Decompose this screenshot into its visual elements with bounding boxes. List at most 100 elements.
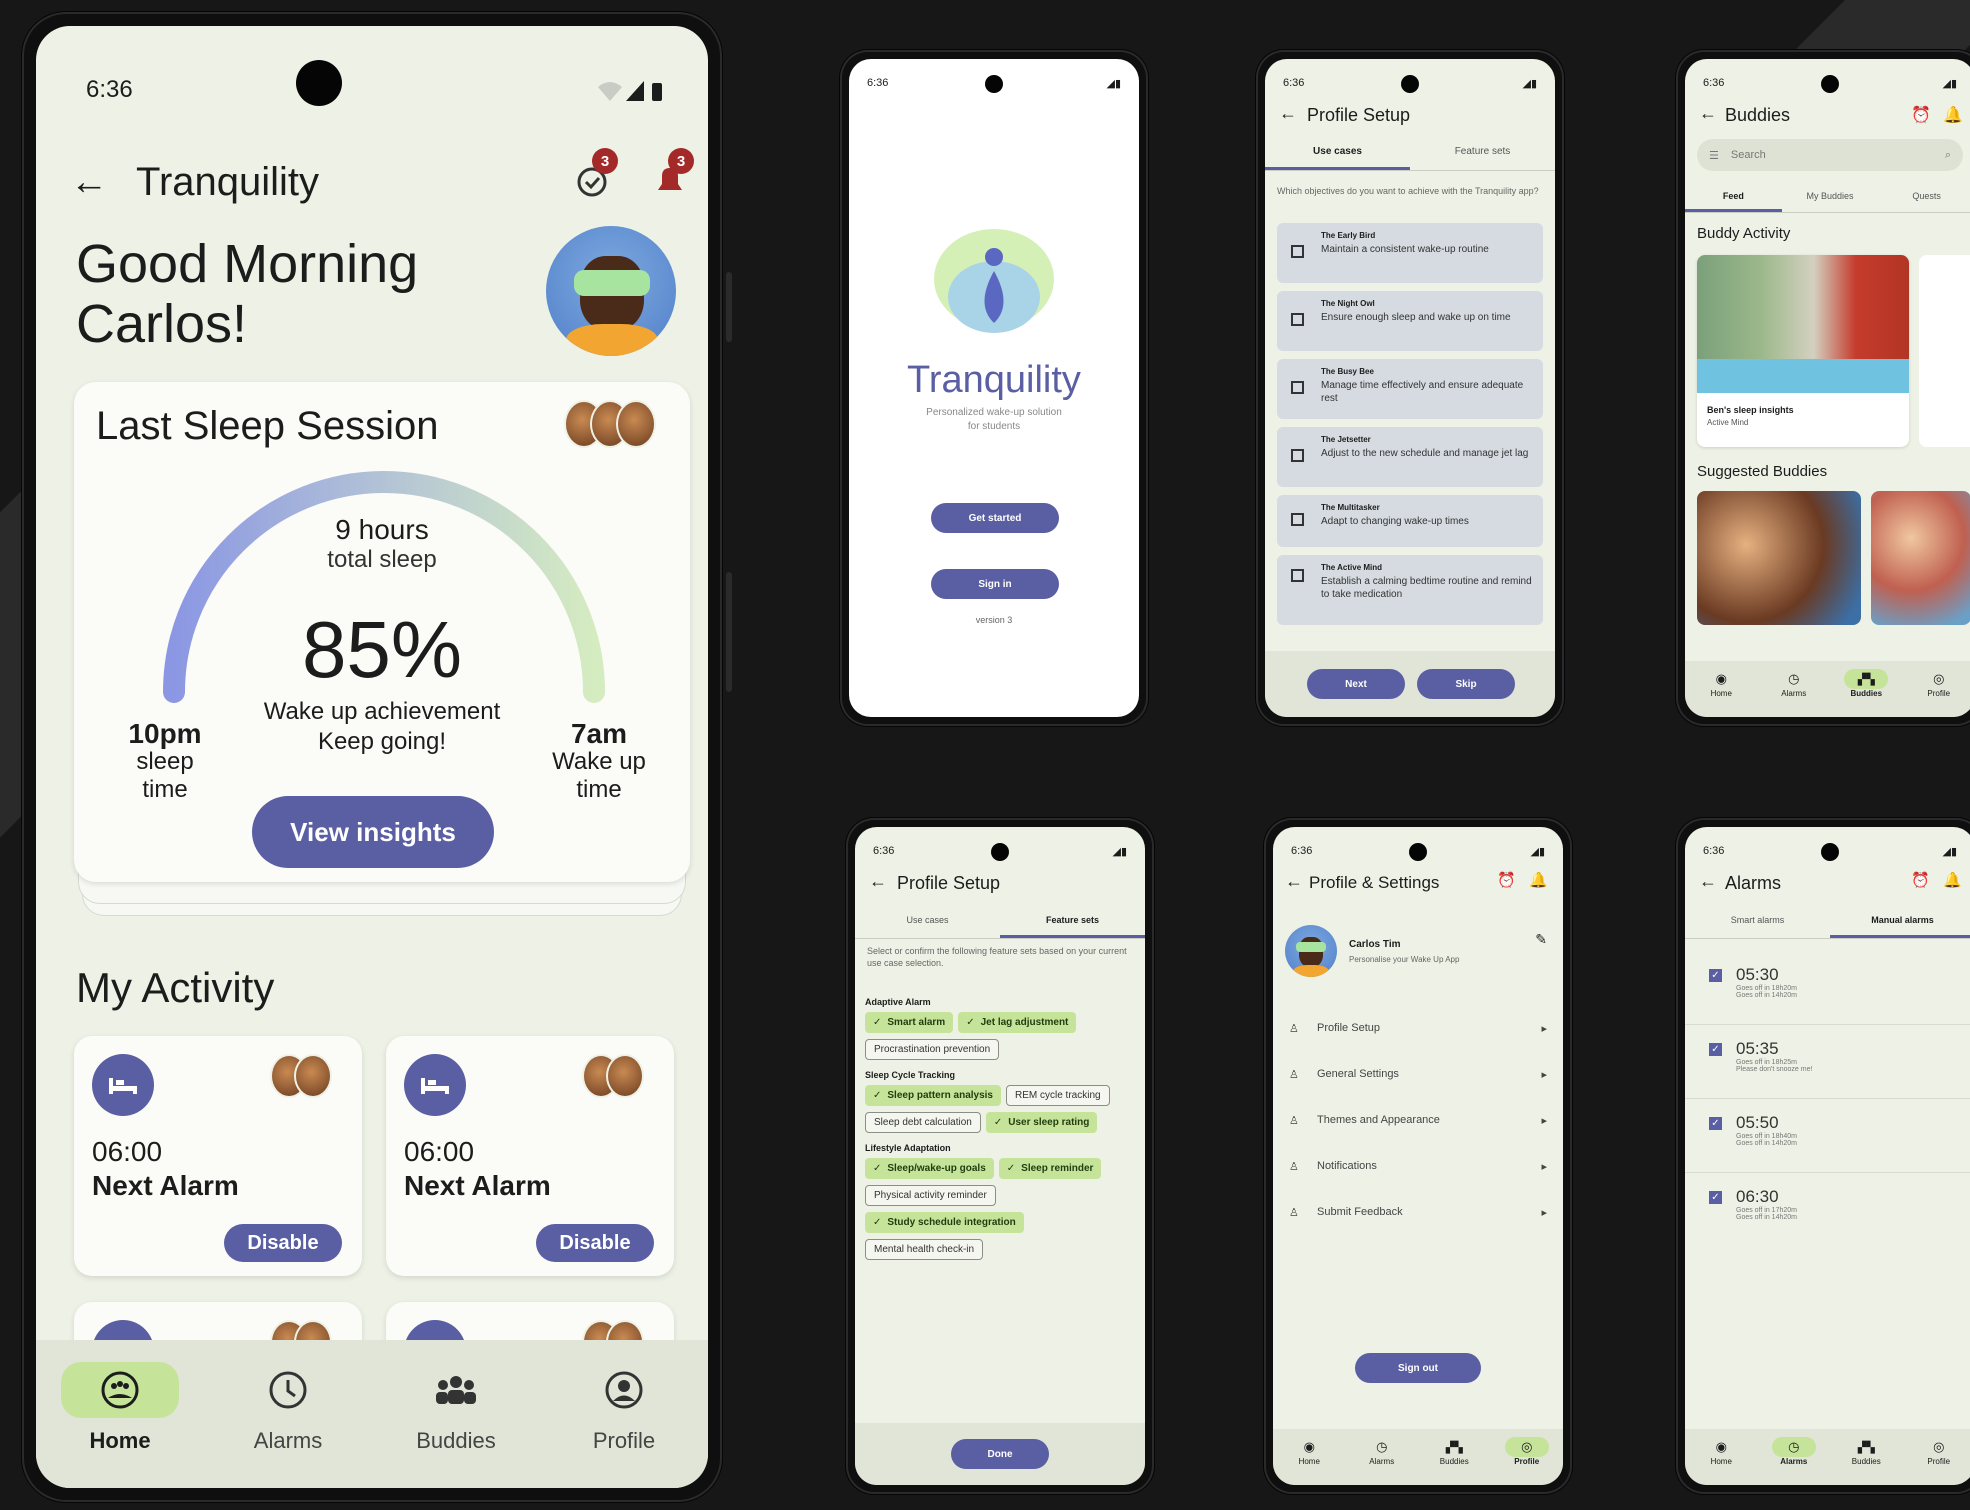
- bell-icon[interactable]: 🔔: [1943, 871, 1962, 889]
- usecase-item[interactable]: The Active Mind Establish a calming bedti…: [1277, 555, 1543, 625]
- nav-home[interactable]: ◉ Home: [1699, 1437, 1743, 1466]
- tab-smart-alarms[interactable]: Smart alarms: [1685, 903, 1830, 938]
- suggested-buddy-photo[interactable]: [1697, 491, 1861, 625]
- bell-icon[interactable]: 🔔: [1943, 105, 1963, 125]
- user-avatar[interactable]: [1285, 925, 1337, 977]
- settings-item[interactable]: ♙ Themes and Appearance ▸: [1289, 1097, 1547, 1143]
- feature-chip[interactable]: Physical activity reminder: [865, 1185, 996, 1206]
- tab-my-buddies[interactable]: My Buddies: [1782, 181, 1879, 212]
- skip-button[interactable]: Skip: [1417, 669, 1515, 699]
- bell-icon[interactable]: 🔔: [1529, 871, 1548, 889]
- sign-in-button[interactable]: Sign in: [931, 569, 1059, 599]
- checkbox[interactable]: [1291, 513, 1304, 526]
- search-input[interactable]: ☰ Search ⌕: [1697, 139, 1963, 171]
- view-insights-button[interactable]: View insights: [252, 796, 494, 868]
- feature-chip-selected[interactable]: ✓ User sleep rating: [985, 1112, 1098, 1133]
- feature-chip-selected[interactable]: ✓ Sleep/wake-up goals: [865, 1158, 994, 1179]
- nav-alarms[interactable]: ◷ Alarms: [1771, 1437, 1816, 1466]
- activity-post-card-peek[interactable]: [1919, 255, 1970, 447]
- alarm-check-icon[interactable]: ⏰: [1497, 871, 1516, 889]
- checkbox-checked[interactable]: ✓: [1709, 1117, 1722, 1130]
- feature-chip[interactable]: Procrastination prevention: [865, 1039, 1000, 1060]
- tab-feed[interactable]: Feed: [1685, 181, 1782, 212]
- checkbox-checked[interactable]: ✓: [1709, 1191, 1722, 1204]
- user-avatar[interactable]: [546, 226, 676, 356]
- done-button[interactable]: Done: [951, 1439, 1049, 1469]
- nav-home[interactable]: Home: [61, 1362, 179, 1454]
- back-arrow-icon[interactable]: ←: [70, 163, 126, 201]
- menu-icon[interactable]: ☰: [1709, 149, 1719, 162]
- disable-button[interactable]: Disable: [536, 1224, 654, 1262]
- next-button[interactable]: Next: [1307, 669, 1405, 699]
- get-started-button[interactable]: Get started: [931, 503, 1059, 533]
- usecase-item[interactable]: The Multitasker Adapt to changing wake-up…: [1277, 495, 1543, 547]
- sign-out-button[interactable]: Sign out: [1355, 1353, 1481, 1383]
- edit-pencil-icon[interactable]: ✎: [1535, 931, 1547, 948]
- feature-chip-selected[interactable]: ✓ Sleep reminder: [998, 1158, 1102, 1179]
- alarm-check-icon[interactable]: 3: [574, 148, 618, 200]
- nav-alarms[interactable]: ◷ Alarms: [1772, 669, 1816, 698]
- back-arrow-icon[interactable]: ←: [1699, 103, 1717, 124]
- feature-chip-selected[interactable]: ✓ Sleep pattern analysis: [865, 1085, 1001, 1106]
- alarm-row[interactable]: ✓ 05:50 Goes off in 18h40m Goes off in 14h2…: [1685, 1099, 1970, 1173]
- feature-chip[interactable]: Sleep debt calculation: [865, 1112, 981, 1133]
- buddy-faces: [564, 400, 656, 448]
- checkbox[interactable]: [1291, 569, 1304, 582]
- tab-feature-sets[interactable]: Feature sets: [1410, 135, 1555, 170]
- tab-feature-sets[interactable]: Feature sets: [1000, 903, 1145, 938]
- nav-profile[interactable]: Profile: [565, 1362, 683, 1454]
- back-arrow-icon[interactable]: ←: [1699, 871, 1717, 892]
- feature-chip-selected[interactable]: ✓ Smart alarm: [865, 1012, 954, 1033]
- settings-item[interactable]: ♙ Notifications ▸: [1289, 1143, 1547, 1189]
- alarm-row[interactable]: ✓ 05:30 Goes off in 18h20m Goes off in 14h2…: [1685, 951, 1970, 1025]
- tab-use-cases[interactable]: Use cases: [1265, 135, 1410, 170]
- feature-chip[interactable]: REM cycle tracking: [1006, 1085, 1110, 1106]
- alarm-check-icon[interactable]: ⏰: [1911, 105, 1931, 125]
- nav-buddies[interactable]: ▞▚ Buddies: [1844, 669, 1889, 698]
- nav-profile[interactable]: ◎ Profile: [1917, 669, 1961, 698]
- tab-quests[interactable]: Quests: [1878, 181, 1970, 212]
- nav-home[interactable]: ◉ Home: [1699, 669, 1743, 698]
- checkbox[interactable]: [1291, 381, 1304, 394]
- nav-buddies[interactable]: ▞▚ Buddies: [1844, 1437, 1888, 1467]
- camera-cutout: [1409, 843, 1427, 861]
- bell-icon[interactable]: 3: [650, 148, 694, 200]
- setup-features-phone: 6:36 ◢▮ ← Profile Setup Use cases Featur…: [846, 818, 1154, 1494]
- checkbox[interactable]: [1291, 245, 1304, 258]
- settings-item[interactable]: ♙ General Settings ▸: [1289, 1051, 1547, 1097]
- back-arrow-icon[interactable]: ←: [1285, 871, 1303, 892]
- feature-chip-selected[interactable]: ✓ Study schedule integration: [865, 1212, 1024, 1233]
- disable-button[interactable]: Disable: [224, 1224, 342, 1262]
- nav-profile[interactable]: ◎ Profile: [1917, 1437, 1961, 1466]
- checkbox-checked[interactable]: ✓: [1709, 969, 1722, 982]
- checkbox[interactable]: [1291, 313, 1304, 326]
- usecase-item[interactable]: The Jetsetter Adjust to the new schedule …: [1277, 427, 1543, 487]
- nav-buddies[interactable]: Buddies: [397, 1362, 515, 1454]
- usecase-item[interactable]: The Night Owl Ensure enough sleep and wak…: [1277, 291, 1543, 351]
- settings-item[interactable]: ♙ Profile Setup ▸: [1289, 1005, 1547, 1051]
- checkbox-checked[interactable]: ✓: [1709, 1043, 1722, 1056]
- settings-item[interactable]: ♙ Submit Feedback ▸: [1289, 1189, 1547, 1235]
- usecase-item[interactable]: The Busy Bee Manage time effectively and …: [1277, 359, 1543, 419]
- nav-buddies[interactable]: ▞▚ Buddies: [1432, 1437, 1476, 1467]
- tab-manual-alarms[interactable]: Manual alarms: [1830, 903, 1970, 938]
- nav-alarms[interactable]: ◷ Alarms: [1360, 1437, 1404, 1466]
- nav-home[interactable]: ◉ Home: [1287, 1437, 1331, 1466]
- nav-profile[interactable]: ◎ Profile: [1504, 1437, 1549, 1466]
- activity-post-card[interactable]: Ben's sleep insights Active Mind: [1697, 255, 1909, 447]
- alarm-row[interactable]: ✓ 05:35 Goes off in 18h25m Please don't sno…: [1685, 1025, 1970, 1099]
- alarm-time: 05:35: [1736, 1039, 1779, 1058]
- usecase-item[interactable]: The Early Bird Maintain a consistent wake…: [1277, 223, 1543, 283]
- alarm-row[interactable]: ✓ 06:30 Goes off in 17h20m Goes off in 14h2…: [1685, 1173, 1970, 1247]
- suggested-buddy-photo[interactable]: [1871, 491, 1970, 625]
- back-arrow-icon[interactable]: ←: [1279, 103, 1297, 124]
- feature-chip-selected[interactable]: ✓ Jet lag adjustment: [958, 1012, 1077, 1033]
- back-arrow-icon[interactable]: ←: [869, 871, 887, 892]
- search-icon[interactable]: ⌕: [1945, 149, 1951, 162]
- check-icon: ✓: [1006, 1163, 1016, 1174]
- tab-use-cases[interactable]: Use cases: [855, 903, 1000, 938]
- nav-alarms[interactable]: Alarms: [229, 1362, 347, 1454]
- checkbox[interactable]: [1291, 449, 1304, 462]
- alarm-check-icon[interactable]: ⏰: [1911, 871, 1930, 889]
- feature-chip[interactable]: Mental health check-in: [865, 1239, 984, 1260]
